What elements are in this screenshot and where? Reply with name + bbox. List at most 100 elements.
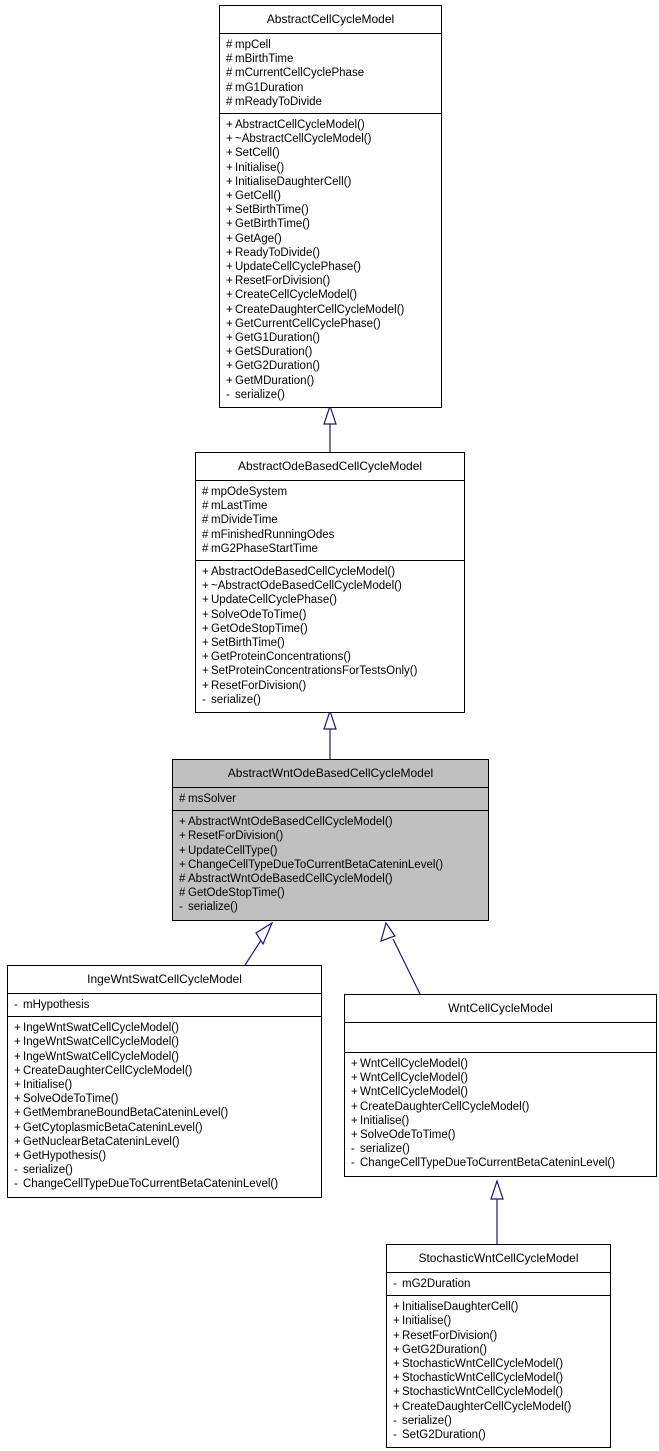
member-visibility: + [202,622,209,635]
class-member: + Initialise() [345,1114,656,1128]
member-visibility: # [202,528,209,541]
class-member: + ChangeCellTypeDueToCurrentBetaCateninLe… [173,858,488,872]
class-member: + IngeWntSwatCellCycleModel() [8,1050,321,1064]
member-label: ResetForDivision() [211,679,307,692]
class-member: # mReadyToDivide [220,95,441,109]
member-visibility: + [14,1022,21,1035]
member-label: serialize() [360,1143,410,1156]
class-operations: + WntCellCycleModel() + WntCellCycleModel()… [345,1053,656,1176]
member-visibility: # [202,486,209,498]
class-box-inge-wnt-swat-cell-cycle-model[interactable]: IngeWntSwatCellCycleModel - mHypothesis +… [7,965,322,1198]
member-label: AbstractWntOdeBasedCellCycleModel() [188,873,393,886]
edge-stochastic-to-wnt [490,1179,504,1244]
member-visibility: + [351,1086,358,1099]
member-visibility: + [351,1100,358,1113]
edge-ode-to-abstract [323,404,337,452]
member-label: ReadyToDivide() [235,246,321,259]
class-member: + GetHypothesis() [8,1149,321,1163]
member-label: mReadyToDivide [235,95,322,108]
member-label: GetG2Duration() [402,1343,488,1356]
class-member: + InitialiseDaughterCell() [220,175,441,189]
member-label: msSolver [188,793,236,805]
member-label: SolveOdeToTime() [211,608,307,621]
member-label: UpdateCellCyclePhase() [211,594,337,607]
member-label: WntCellCycleModel() [360,1072,468,1085]
member-label: Initialise() [23,1079,73,1092]
member-label: SolveOdeToTime() [23,1093,119,1106]
class-box-abstract-wnt-ode-based-cell-cycle-model[interactable]: AbstractWntOdeBasedCellCycleModel # msSol… [172,759,489,921]
class-member: - ChangeCellTypeDueToCurrentBetaCateninLe… [8,1177,321,1191]
member-visibility: # [226,95,233,108]
class-member: - serialize() [8,1163,321,1177]
member-visibility: - [14,1164,18,1177]
class-box-wnt-cell-cycle-model[interactable]: WntCellCycleModel + WntCellCycleModel() + W… [344,994,657,1177]
class-member: + SetProteinConcentrationsForTestsOnly() [196,664,464,678]
member-label: IngeWntSwatCellCycleModel() [23,1036,179,1049]
member-visibility: - [14,1178,18,1191]
class-member: - serialize() [220,388,441,402]
class-operations: + AbstractWntOdeBasedCellCycleModel() + Res… [173,811,488,919]
class-box-abstract-ode-based-cell-cycle-model[interactable]: AbstractOdeBasedCellCycleModel # mpOdeSys… [195,452,465,714]
class-box-stochastic-wnt-cell-cycle-model[interactable]: StochasticWntCellCycleModel - mG2Duration… [386,1244,611,1449]
member-label: serialize() [23,1164,73,1177]
member-visibility: + [226,175,233,188]
member-label: UpdateCellCyclePhase() [235,261,361,274]
member-visibility: + [226,246,233,259]
member-visibility: - [226,388,230,401]
member-visibility: # [226,53,233,66]
member-visibility: # [202,514,209,527]
member-visibility: + [226,374,233,387]
class-member: + GetMDuration() [220,374,441,388]
member-label: UpdateCellType() [188,844,278,857]
class-member: # AbstractWntOdeBasedCellCycleModel() [173,872,488,886]
member-visibility: + [14,1107,21,1120]
member-label: SetBirthTime() [235,204,309,217]
class-operations: + AbstractCellCycleModel() + ~AbstractCellC… [220,114,441,407]
member-visibility: + [202,651,209,664]
class-member: - serialize() [345,1142,656,1156]
class-member: # mpCell [220,38,441,52]
member-visibility: + [14,1135,21,1148]
member-label: GetAge() [235,232,282,245]
class-title: AbstractCellCycleModel [220,6,441,34]
member-label: Initialise() [402,1315,452,1328]
member-visibility: + [393,1329,400,1342]
class-member: - SetG2Duration() [387,1428,610,1442]
class-member: + GetG1Duration() [220,331,441,345]
class-member: - mHypothesis [8,998,321,1012]
member-visibility: + [226,275,233,288]
member-label: SolveOdeToTime() [360,1129,456,1142]
class-member: + InitialiseDaughterCell() [387,1300,610,1314]
member-visibility: # [179,793,186,805]
member-label: mDivideTime [211,514,278,527]
class-member: + UpdateCellType() [173,844,488,858]
class-attributes [345,1023,656,1053]
class-member: + ReadyToDivide() [220,246,441,260]
member-visibility: + [226,119,233,132]
class-member: + WntCellCycleModel() [345,1057,656,1071]
member-visibility: + [226,147,233,160]
member-visibility: + [393,1358,400,1371]
member-label: mG2PhaseStartTime [211,542,318,555]
class-attributes: # msSolver [173,788,488,812]
class-member: + ~AbstractCellCycleModel() [220,132,441,146]
member-visibility: + [202,594,209,607]
class-member: + GetCytoplasmicBetaCateninLevel() [8,1121,321,1135]
member-label: mpCell [235,39,271,51]
class-member: + CreateDaughterCellCycleModel() [387,1400,610,1414]
class-member: + ~AbstractOdeBasedCellCycleModel() [196,579,464,593]
class-member: # mFinishedRunningOdes [196,528,464,542]
class-box-abstract-cell-cycle-model[interactable]: AbstractCellCycleModel # mpCell # mBirthTim… [219,5,442,409]
member-label: SetProteinConcentrationsForTestsOnly() [211,665,418,678]
member-label: ResetForDivision() [235,275,331,288]
member-label: GetOdeStopTime() [211,622,308,635]
class-member: + GetG2Duration() [387,1343,610,1357]
class-operations: + IngeWntSwatCellCycleModel() + IngeWntSwat… [8,1017,321,1196]
member-visibility: + [14,1064,21,1077]
class-member: + ResetForDivision() [173,829,488,843]
class-member: + GetSDuration() [220,345,441,359]
uml-class-diagram: AbstractCellCycleModel # mpCell # mBirthTim… [0,0,659,1451]
member-visibility: + [14,1150,21,1163]
class-member: + CreateCellCycleModel() [220,288,441,302]
class-member: # mLastTime [196,499,464,513]
